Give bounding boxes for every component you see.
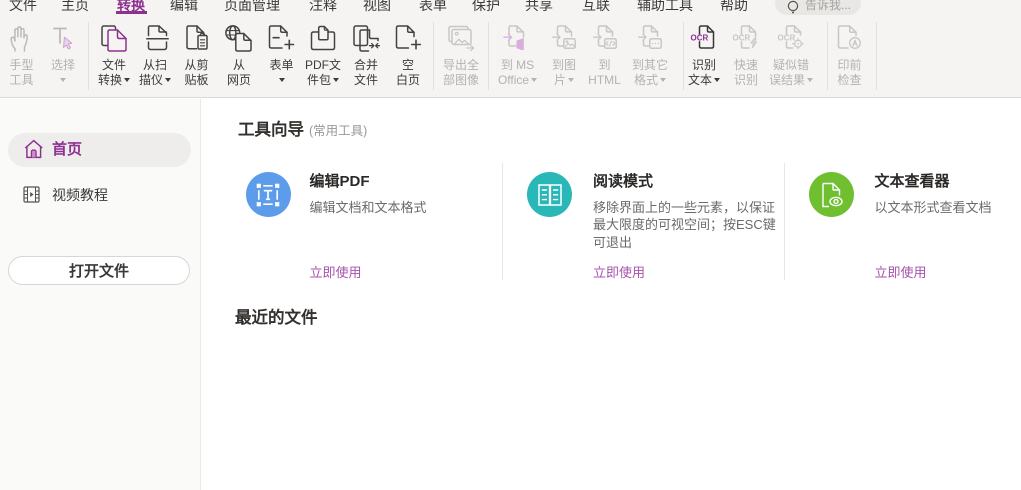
svg-text:OCR: OCR bbox=[777, 34, 795, 43]
svg-text:OCR: OCR bbox=[732, 34, 750, 43]
svg-text:OCR: OCR bbox=[690, 34, 708, 43]
